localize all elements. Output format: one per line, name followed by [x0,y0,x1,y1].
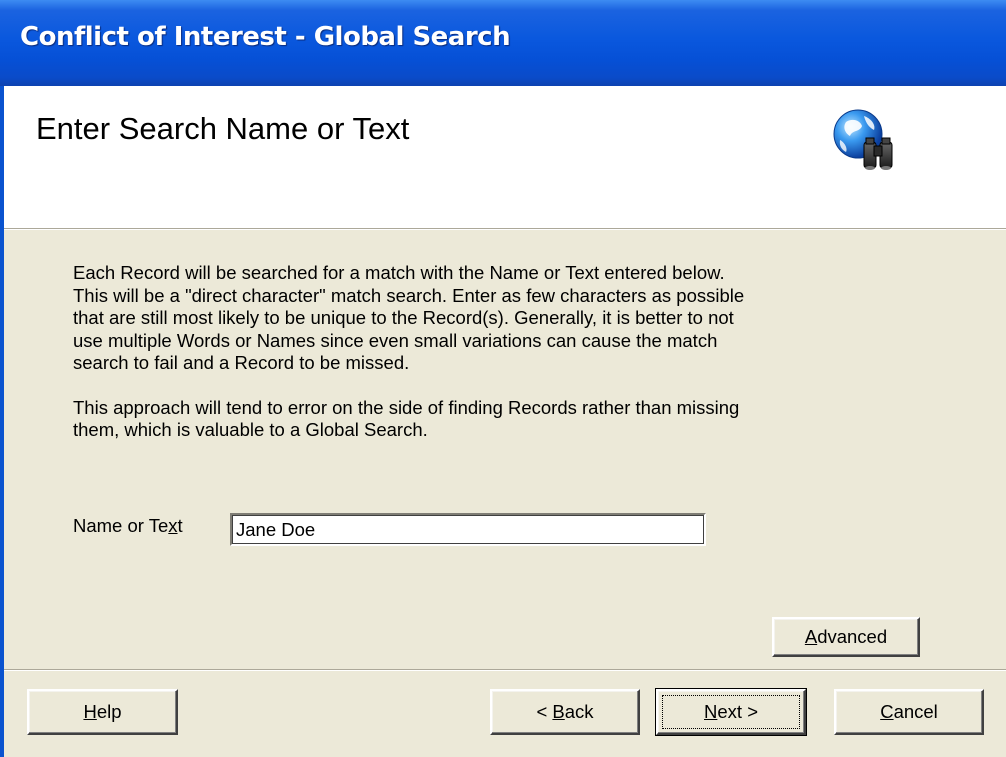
advanced-button[interactable]: Advanced [772,617,920,657]
instructions-paragraph-1: Each Record will be searched for a match… [73,262,745,373]
instructions-paragraph-2: This approach will tend to error on the … [73,396,740,441]
page-title: Enter Search Name or Text [36,111,410,146]
back-button[interactable]: < Back [490,689,640,735]
instructions: Each Record will be searched for a match… [73,262,933,442]
footer-divider [0,669,1006,671]
help-button[interactable]: Help [27,689,178,735]
header-divider [0,228,1006,230]
title-bar[interactable]: Conflict of Interest - Global Search [0,0,1006,86]
window-title: Conflict of Interest - Global Search [20,22,511,52]
wizard-window: Conflict of Interest - Global Search Ent… [0,0,1006,757]
wizard-header: Enter Search Name or Text [0,86,1006,228]
name-or-text-input[interactable] [230,513,706,546]
cancel-button[interactable]: Cancel [834,689,984,735]
name-or-text-label: Name or Text [73,515,183,536]
window-left-border [0,86,4,757]
next-button[interactable]: Next > [655,688,807,736]
globe-binoculars-icon [833,109,893,170]
